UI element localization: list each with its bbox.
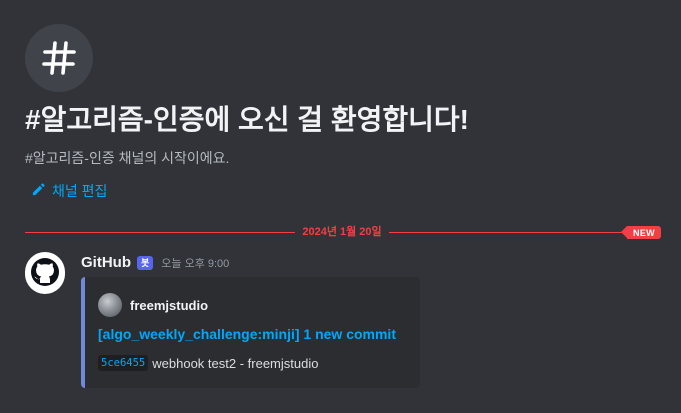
message-timestamp: 오늘 오후 9:00 [161,257,230,270]
pencil-icon [31,182,46,200]
welcome-title: #알고리즘-인증에 오신 걸 환영합니다! [25,104,469,135]
message-author[interactable]: GitHub [81,254,131,271]
github-embed: freemjstudio [algo_weekly_challenge:minj… [81,277,420,388]
commit-message: webhook test2 - freemjstudio [152,355,319,371]
divider-date: 2024년 1월 20일 [302,226,382,238]
embed-title-link[interactable]: [algo_weekly_challenge:minji] 1 new comm… [98,326,396,342]
new-badge: NEW [621,226,661,239]
github-icon [25,251,65,297]
embed-author[interactable]: freemjstudio [98,293,208,317]
avatar[interactable] [25,251,65,297]
embed-description: 5ce6455 webhook test2 - freemjstudio [98,355,318,371]
edit-channel-button[interactable]: 채널 편집 [31,181,107,201]
new-messages-divider-right [389,232,629,233]
channel-hashtag-icon [25,24,93,92]
edit-channel-label: 채널 편집 [52,183,108,199]
embed-author-avatar [98,293,122,317]
commit-hash-link[interactable]: 5ce6455 [98,355,149,371]
message-header: GitHub 봇 오늘 오후 9:00 [81,254,229,271]
bot-tag: 봇 [137,255,154,270]
embed-author-name[interactable]: freemjstudio [130,298,208,313]
new-messages-divider-left [25,232,295,233]
welcome-subtitle: #알고리즘-인증 채널의 시작이에요. [25,150,230,166]
